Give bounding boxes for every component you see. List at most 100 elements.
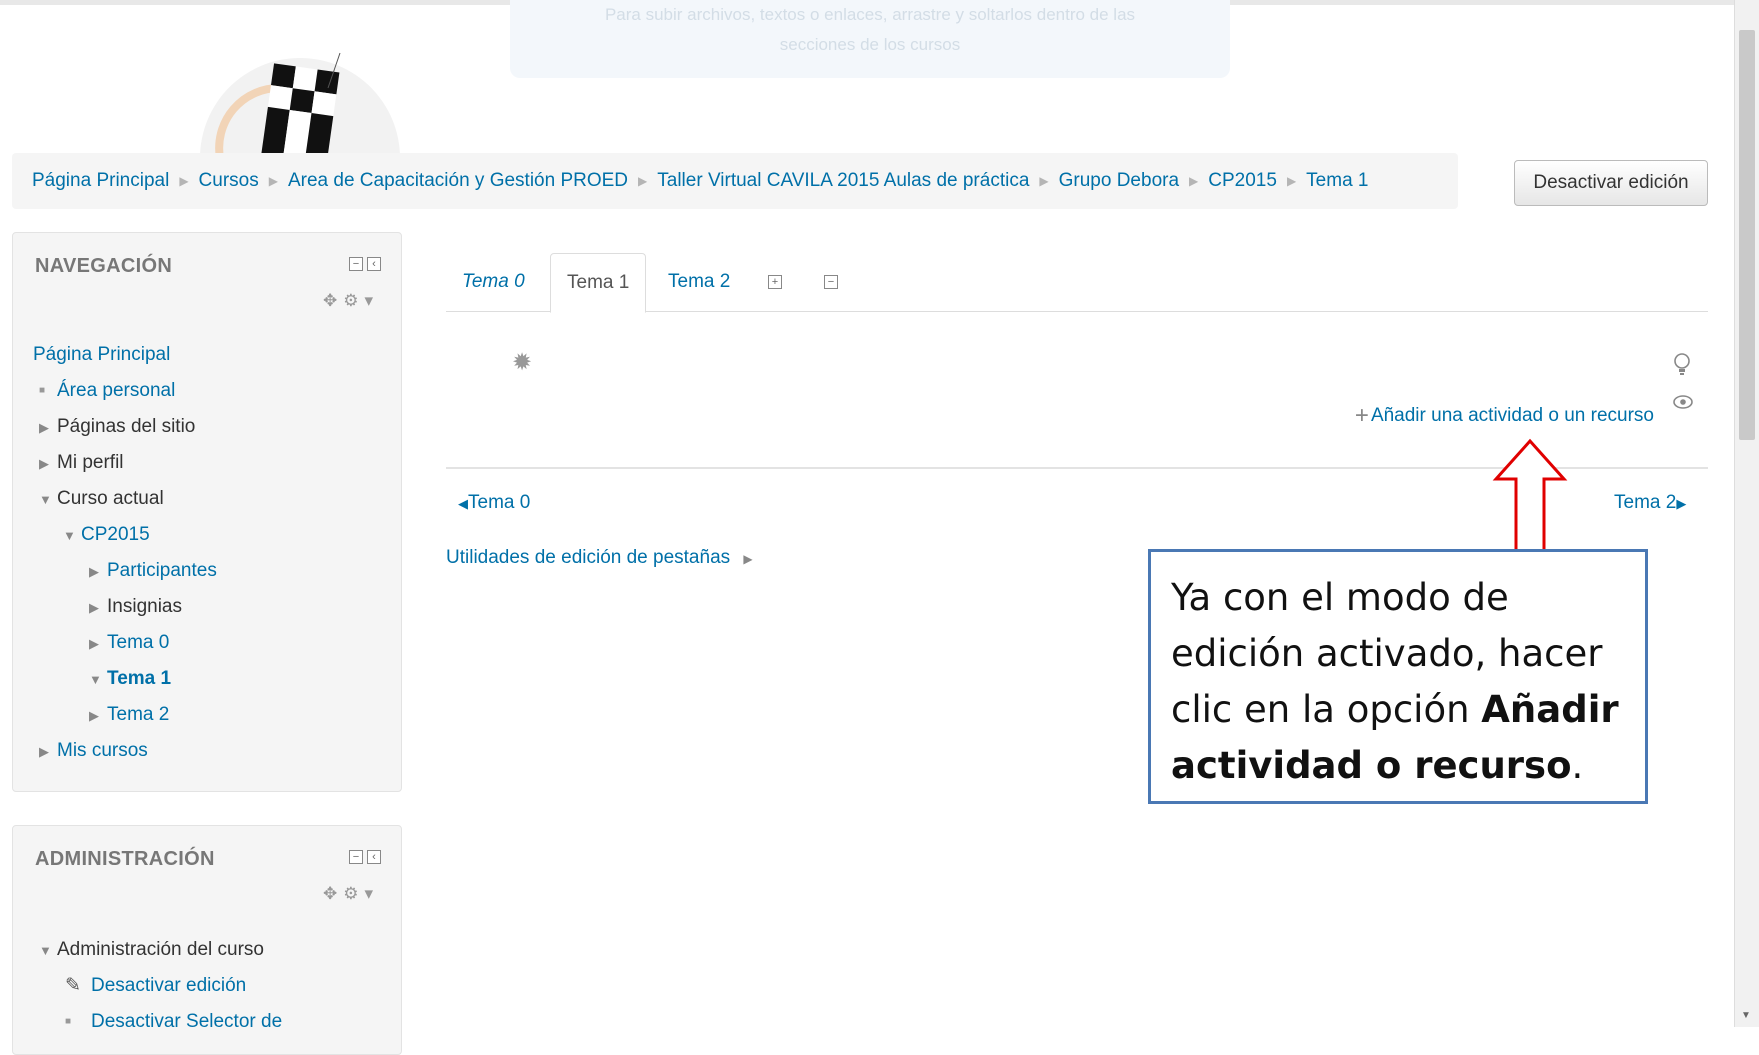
vertical-scrollbar[interactable]: ▼ — [1734, 0, 1759, 1027]
nav-profile-label[interactable]: Mi perfil — [57, 452, 124, 473]
triangle-right-icon: ▶ — [89, 600, 99, 615]
nav-site-pages-label[interactable]: Páginas del sitio — [57, 416, 195, 437]
nav-item-site-pages[interactable]: ▶ Páginas del sitio — [33, 409, 217, 445]
plus-icon: + — [1354, 402, 1369, 429]
nav-item-course[interactable]: ▼ CP2015 — [33, 517, 217, 553]
administration-block: ADMINISTRACIÓN − ‹ ✥⚙▾ ▼ Administración d… — [12, 825, 402, 1055]
gear-icon[interactable]: ⚙▾ — [343, 884, 379, 903]
triangle-down-icon: ▼ — [39, 943, 52, 958]
admin-item-disable-selector[interactable]: ■ Desactivar Selector de — [33, 1004, 282, 1040]
gear-icon[interactable]: ✹ — [512, 348, 532, 377]
bullet-icon: ■ — [39, 385, 46, 396]
tooltip-line-1: Para subir archivos, textos o enlaces, a… — [604, 5, 1136, 24]
triangle-down-icon: ▼ — [39, 492, 52, 507]
nav-item-my-courses[interactable]: ▶ Mis cursos — [33, 733, 217, 769]
triangle-right-icon: ▶ — [39, 420, 49, 435]
breadcrumb-area[interactable]: Area de Capacitación y Gestión PROED — [288, 170, 628, 192]
move-icon[interactable]: ✥ — [323, 884, 343, 903]
instruction-callout: Ya con el modo de edición activado, hace… — [1148, 549, 1648, 804]
admin-item-course[interactable]: ▼ Administración del curso — [33, 932, 282, 968]
previous-section-link[interactable]: ◀Tema 0 — [458, 492, 530, 514]
dock-icon[interactable]: ‹ — [367, 257, 381, 271]
tab-tema2[interactable]: Tema 2 — [652, 253, 746, 311]
nav-item-home[interactable]: Página Principal — [33, 337, 217, 373]
nav-personal-link[interactable]: Área personal — [57, 380, 175, 401]
admin-disable-edit-link[interactable]: Desactivar edición — [91, 975, 246, 996]
block-controls: − ‹ — [349, 850, 381, 864]
block-tools: ✥⚙▾ — [323, 291, 379, 311]
bullet-icon: ■ — [65, 1016, 72, 1027]
navigation-tree: Página Principal ■ Área personal ▶ Páginas… — [33, 337, 217, 769]
next-section-link[interactable]: Tema 2▶ — [1614, 492, 1686, 514]
breadcrumb: Página Principal ▶ Cursos ▶ Area de Capa… — [12, 153, 1458, 209]
admin-item-disable-edit[interactable]: ✎ Desactivar edición — [33, 968, 282, 1004]
admin-course-label[interactable]: Administración del curso — [57, 939, 264, 960]
next-section-label: Tema 2 — [1614, 492, 1677, 513]
administration-tree: ▼ Administración del curso ✎ Desactivar ed… — [33, 932, 282, 1040]
triangle-right-icon: ▶ — [89, 636, 99, 651]
gear-icon[interactable]: ⚙▾ — [343, 291, 379, 310]
breadcrumb-separator-icon: ▶ — [638, 174, 648, 188]
scroll-down-icon[interactable]: ▼ — [1741, 1010, 1751, 1021]
disable-editing-button[interactable]: Desactivar edición — [1514, 160, 1708, 206]
nav-home-link[interactable]: Página Principal — [33, 344, 170, 365]
tab-editing-utilities-link[interactable]: Utilidades de edición de pestañas ▶ — [446, 547, 753, 569]
nav-tema2-link[interactable]: Tema 2 — [107, 704, 169, 725]
previous-section-label: Tema 0 — [468, 492, 531, 513]
breadcrumb-separator-icon: ▶ — [1286, 174, 1297, 188]
administration-title: ADMINISTRACIÓN — [35, 848, 215, 870]
tooltip-line-2: secciones de los cursos — [779, 35, 961, 54]
site-logo — [150, 48, 450, 158]
eye-icon[interactable] — [1672, 394, 1694, 410]
nav-item-profile[interactable]: ▶ Mi perfil — [33, 445, 217, 481]
section-tabs: Tema 0 Tema 1 Tema 2 + − — [446, 253, 1708, 313]
breadcrumb-courses[interactable]: Cursos — [199, 170, 259, 192]
breadcrumb-taller[interactable]: Taller Virtual CAVILA 2015 Aulas de prác… — [657, 170, 1029, 192]
block-tools: ✥⚙▾ — [323, 884, 379, 904]
lightbulb-icon[interactable] — [1672, 352, 1692, 378]
scrollbar-thumb[interactable] — [1739, 30, 1755, 440]
collapse-icon[interactable]: − — [349, 850, 363, 864]
collapse-icon[interactable]: − — [349, 257, 363, 271]
remove-section-icon[interactable]: − — [824, 275, 838, 289]
nav-tema0-link[interactable]: Tema 0 — [107, 632, 169, 653]
nav-item-tema1[interactable]: ▼ Tema 1 — [33, 661, 217, 697]
block-controls: − ‹ — [349, 257, 381, 271]
callout-period: . — [1571, 744, 1584, 787]
triangle-right-icon: ▶ — [39, 456, 49, 471]
nav-item-tema2[interactable]: ▶ Tema 2 — [33, 697, 217, 733]
move-icon[interactable]: ✥ — [323, 291, 343, 310]
dock-icon[interactable]: ‹ — [367, 850, 381, 864]
triangle-left-icon: ◀ — [458, 496, 468, 511]
breadcrumb-current[interactable]: Tema 1 — [1306, 170, 1368, 192]
nav-tema1-link[interactable]: Tema 1 — [107, 668, 171, 689]
nav-item-personal[interactable]: ■ Área personal — [33, 373, 217, 409]
nav-badges-label[interactable]: Insignias — [107, 596, 182, 617]
nav-item-current-course[interactable]: ▼ Curso actual — [33, 481, 217, 517]
triangle-down-icon: ▼ — [63, 528, 76, 543]
breadcrumb-separator-icon: ▶ — [268, 174, 278, 188]
tab-tema1[interactable]: Tema 1 — [550, 253, 647, 313]
triangle-right-icon: ▶ — [1676, 496, 1687, 511]
breadcrumb-separator-icon: ▶ — [1189, 174, 1199, 188]
triangle-right-icon: ▶ — [89, 564, 99, 579]
tab-tema0[interactable]: Tema 0 — [446, 253, 541, 311]
breadcrumb-course[interactable]: CP2015 — [1208, 170, 1277, 192]
add-activity-label: Añadir una actividad o un recurso — [1370, 405, 1654, 426]
nav-my-courses-link[interactable]: Mis cursos — [57, 740, 148, 761]
add-section-icon[interactable]: + — [768, 275, 782, 289]
triangle-right-icon: ▶ — [89, 708, 99, 723]
breadcrumb-group[interactable]: Grupo Debora — [1059, 170, 1179, 192]
nav-item-participants[interactable]: ▶ Participantes — [33, 553, 217, 589]
utilities-label: Utilidades de edición de pestañas — [446, 547, 731, 568]
admin-disable-selector-link[interactable]: Desactivar Selector de — [91, 1011, 282, 1032]
nav-item-badges[interactable]: ▶ Insignias — [33, 589, 217, 625]
breadcrumb-separator-icon: ▶ — [1039, 174, 1049, 188]
nav-course-link[interactable]: CP2015 — [81, 524, 150, 545]
nav-participants-link[interactable]: Participantes — [107, 560, 217, 581]
triangle-right-icon: ▶ — [743, 552, 753, 566]
nav-current-course-label[interactable]: Curso actual — [57, 488, 164, 509]
nav-item-tema0[interactable]: ▶ Tema 0 — [33, 625, 217, 661]
breadcrumb-home[interactable]: Página Principal — [32, 170, 169, 192]
add-activity-link[interactable]: + Añadir una actividad o un recurso — [1355, 402, 1654, 430]
